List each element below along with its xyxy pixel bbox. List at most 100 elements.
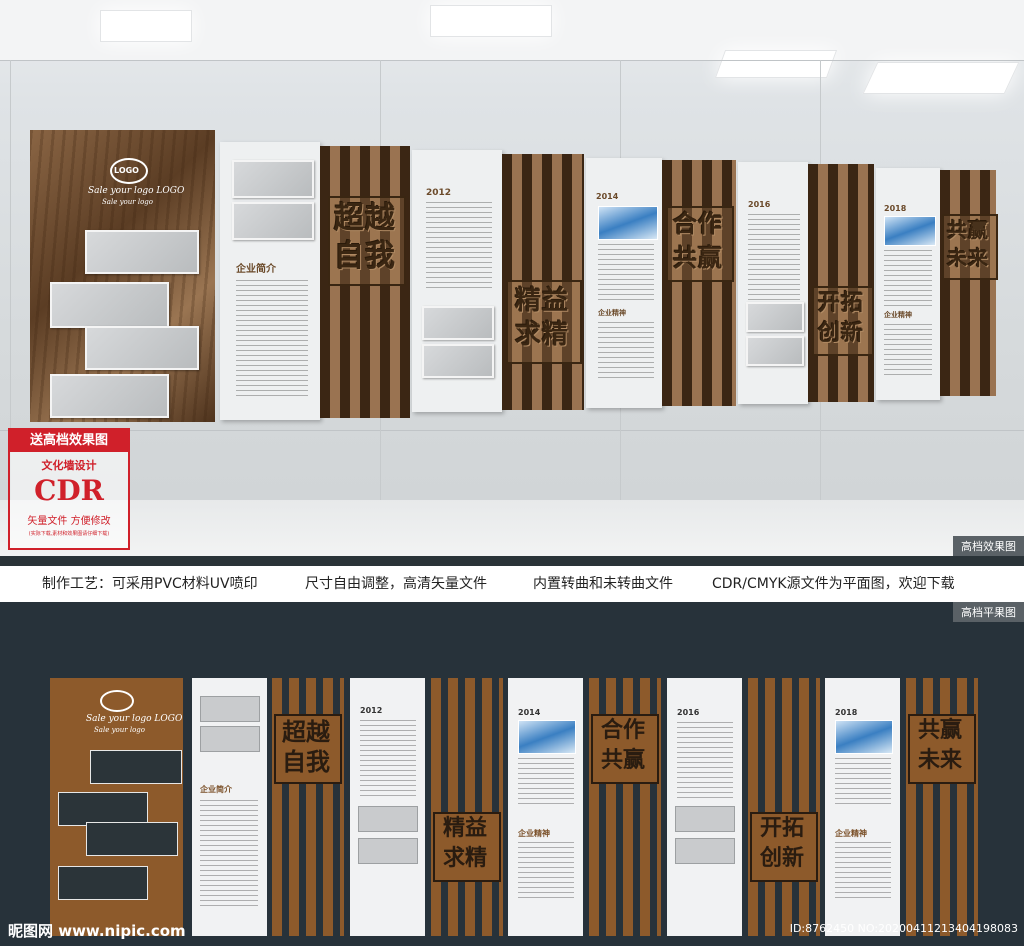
white-panel-2018: 2018 企业精神 — [876, 168, 940, 400]
photo-placeholder — [746, 302, 804, 332]
year-label: 2014 — [596, 192, 619, 201]
year-label: 2018 — [835, 708, 858, 717]
promo-small-print: (实际下载,素材和效果图请仔细下载) — [28, 531, 110, 537]
flat-logo-panel: Sale your logo LOGO Sale your logo — [50, 678, 183, 936]
ceiling-light — [100, 10, 192, 42]
body-text — [236, 280, 308, 400]
body-text — [884, 250, 932, 306]
photo-placeholder — [58, 792, 148, 826]
slogan-line: 求精 — [442, 846, 487, 871]
stripe-panel: 精益 求精 — [502, 154, 584, 410]
section-tag: 企业精神 — [598, 309, 626, 317]
slogan-line: 自我 — [334, 239, 396, 274]
slogan-line: 共赢 — [917, 718, 962, 743]
photo-placeholder — [85, 230, 199, 274]
wall-joint — [0, 430, 1024, 431]
slogan-line: 精益 — [514, 286, 569, 316]
promo-badge: 送高档效果图 文化墙设计 CDR 矢量文件 方便修改 (实际下载,素材和效果图请… — [8, 428, 130, 550]
flat-stripe-panel: 共赢 未来 — [906, 678, 978, 936]
flat-white-2012: 2012 — [350, 678, 425, 936]
photo-placeholder — [58, 866, 148, 900]
photo-placeholder — [422, 306, 494, 340]
section-title: 企业简介 — [236, 264, 276, 275]
body-text — [518, 842, 574, 902]
caption-item: 尺寸自由调整，高清矢量文件 — [305, 576, 487, 592]
flat-white-2016: 2016 — [667, 678, 742, 936]
section-tag: 企业精神 — [518, 829, 550, 838]
promo-headline: 送高档效果图 — [10, 430, 128, 452]
render-label: 高档效果图 — [953, 536, 1024, 556]
slogan-line: 共赢 — [673, 243, 723, 272]
stripe-panel: 超越 自我 — [320, 146, 410, 418]
render-preview: LOGO Sale your logo LOGO Sale your logo … — [0, 0, 1024, 556]
flat-stripe-panel: 开拓 创新 — [748, 678, 820, 936]
photo-placeholder — [50, 282, 169, 328]
caption-item: CDR/CMYK源文件为平面图，欢迎下载 — [712, 576, 955, 592]
ceiling-light — [714, 50, 838, 78]
photo-placeholder — [200, 696, 260, 722]
year-label: 2012 — [360, 706, 383, 715]
slogan-line: 创新 — [759, 846, 804, 871]
flat-stripe-panel: 超越 自我 — [272, 678, 344, 936]
photo-placeholder — [675, 806, 735, 832]
photo-placeholder — [50, 374, 169, 418]
slogan-line: 未来 — [947, 246, 989, 270]
logo-ring-icon — [100, 690, 134, 712]
white-panel-2014: 2014 企业精神 — [586, 158, 662, 408]
caption-bar: 制作工艺：可采用PVC材料UV喷印 尺寸自由调整，高清矢量文件 内置转曲和未转曲… — [0, 566, 1024, 602]
logo-tagline: Sale your logo — [102, 198, 153, 206]
slogan-line: 合作 — [673, 209, 723, 238]
photo-placeholder — [358, 838, 418, 864]
ceiling-light — [430, 5, 552, 37]
slogan-line: 未来 — [917, 748, 962, 773]
flat-white-2018: 2018 企业精神 — [825, 678, 900, 936]
slogan-line: 共赢 — [600, 748, 645, 773]
promo-subtitle: 文化墙设计 — [41, 459, 97, 472]
building-image — [598, 206, 658, 240]
building-image — [518, 720, 576, 754]
body-text — [518, 758, 574, 808]
slogan-line: 开拓 — [817, 290, 864, 316]
photo-placeholder — [85, 326, 199, 370]
logo-tagline: Sale your logo — [94, 726, 145, 734]
ceiling-light — [862, 62, 1020, 94]
caption-item: 内置转曲和未转曲文件 — [533, 576, 673, 592]
slogan-line: 自我 — [282, 748, 330, 776]
body-text — [677, 722, 733, 798]
caption-item: 制作工艺：可采用PVC材料UV喷印 — [42, 576, 258, 592]
body-text — [598, 322, 654, 382]
promo-note: 矢量文件 方便修改 — [27, 516, 111, 527]
flat-layout: 高档平果图 Sale your logo LOGO Sale your logo… — [0, 602, 1024, 946]
body-text — [835, 842, 891, 902]
wood-panel-logo: LOGO Sale your logo LOGO Sale your logo — [30, 130, 215, 422]
wall-joint — [0, 60, 1024, 61]
flat-label: 高档平果图 — [953, 602, 1024, 622]
photo-placeholder — [232, 160, 314, 198]
building-image — [884, 216, 936, 246]
slogan-line: 合作 — [600, 718, 645, 743]
slogan-line: 求精 — [514, 320, 569, 350]
body-text — [360, 720, 416, 800]
slogan-line: 开拓 — [759, 816, 804, 841]
body-text — [884, 324, 932, 376]
logo-slogan: Sale your logo LOGO — [88, 186, 185, 196]
photo-placeholder — [358, 806, 418, 832]
year-label: 2016 — [748, 200, 771, 209]
year-label: 2018 — [884, 204, 907, 213]
photo-placeholder — [422, 344, 494, 378]
flat-stripe-panel: 精益 求精 — [431, 678, 503, 936]
building-image — [835, 720, 893, 754]
slogan-line: 共赢 — [947, 218, 989, 242]
slogan-line: 超越 — [334, 201, 396, 236]
year-label: 2016 — [677, 708, 700, 717]
stripe-panel: 开拓 创新 — [808, 164, 874, 402]
white-panel-intro: 企业简介 — [220, 142, 320, 420]
site-watermark: 昵图网 www.nipic.com — [8, 922, 186, 940]
photo-placeholder — [90, 750, 182, 784]
section-tag: 企业精神 — [884, 311, 912, 319]
slogan-line: 精益 — [442, 816, 487, 841]
body-text — [835, 758, 891, 808]
body-text — [426, 202, 492, 292]
slogan-line: 超越 — [282, 718, 330, 746]
body-text — [200, 800, 258, 910]
